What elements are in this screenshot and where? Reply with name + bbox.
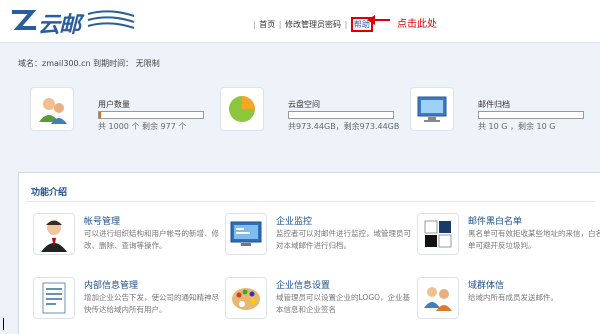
quota-label: 云盘空间 <box>288 100 320 109</box>
quota-progress-bar <box>98 111 204 119</box>
document-icon <box>33 277 75 319</box>
feature-desc: 黑名单可有效拒收某些地址的来信，白名单可避开反垃圾判。 <box>468 229 600 250</box>
quota-progress-fill <box>99 112 102 118</box>
feature-desc: 可以进行组织结构和用户帐号的新增、修改、删除、查询等操作。 <box>84 229 219 250</box>
account-icon <box>33 213 75 255</box>
quota-archive: 邮件归档 共 10 G ，剩余 10 G <box>410 85 590 145</box>
top-nav: | 首页 | 修改管理员密码 | 帮助 <box>252 17 373 32</box>
quota-label: 用户数量 <box>98 100 130 109</box>
arrow-left-icon <box>367 15 390 25</box>
quota-text: 共 1000 个 剩余 977 个 <box>98 122 187 131</box>
divider <box>25 201 595 202</box>
domain-info: 域名：zmail300.cn 到期时间： 无限制 <box>18 59 160 68</box>
feature-title[interactable]: 企业信息设置 <box>276 278 330 291</box>
nav-home-link[interactable]: 首页 <box>259 20 275 29</box>
palette-icon <box>225 277 267 319</box>
group-mail-icon <box>417 277 459 319</box>
feature-black-white-list[interactable]: 邮件黑白名单 黑名单可有效拒收某些地址的来信，白名单可避开反垃圾判。 <box>417 213 600 269</box>
pie-chart-icon <box>220 87 264 131</box>
callout-text: 点击此处 <box>397 19 437 30</box>
feature-desc: 监控者可以对邮件进行监控，域管理员可对本域邮件进行归档。 <box>276 229 411 250</box>
monitor-icon <box>410 87 454 131</box>
features-panel: 功能介绍 帐号管理 可以进行组织结构和用户帐号的新增、修改、删除、查询等操作。 … <box>18 172 600 334</box>
quota-users: 用户数量 共 1000 个 剩余 977 个 <box>30 85 210 145</box>
feature-title[interactable]: 邮件黑白名单 <box>468 214 522 227</box>
logo: 云邮 <box>10 6 135 38</box>
feature-desc: 增加企业公告下发，使公司的通知精神尽快传达给域内所有用户。 <box>84 293 219 314</box>
feature-account-management[interactable]: 帐号管理 可以进行组织结构和用户帐号的新增、修改、删除、查询等操作。 <box>33 213 223 269</box>
feature-desc: 域管理员可以设置企业的LOGO，企业基本信息和企业签名 <box>276 293 411 314</box>
feature-title[interactable]: 内部信息管理 <box>84 278 138 291</box>
feature-group-mail[interactable]: 域群体信 给域内所有成员发送邮件。 <box>417 277 600 333</box>
quota-text: 共 10 G ，剩余 10 G <box>478 122 556 131</box>
feature-title[interactable]: 帐号管理 <box>84 214 120 227</box>
users-icon <box>30 87 74 131</box>
header: 云邮 | 首页 | 修改管理员密码 | 帮助 点击此处 <box>0 0 600 43</box>
feature-title[interactable]: 域群体信 <box>468 278 504 291</box>
quota-cloud-disk: 云盘空间 共973.44GB，剩余973.44GB <box>220 85 400 145</box>
quota-text: 共973.44GB，剩余973.44GB <box>288 122 400 131</box>
feature-enterprise-settings[interactable]: 企业信息设置 域管理员可以设置企业的LOGO，企业基本信息和企业签名 <box>225 277 415 333</box>
feature-title[interactable]: 企业监控 <box>276 214 312 227</box>
quota-progress-bar <box>288 111 394 119</box>
nav-change-password-link[interactable]: 修改管理员密码 <box>285 20 341 29</box>
text-cursor <box>3 318 4 330</box>
quota-panel: 用户数量 共 1000 个 剩余 977 个 云盘空间 共973.44GB，剩余… <box>18 85 600 150</box>
monitor-screen-icon <box>225 213 267 255</box>
quota-label: 邮件归档 <box>478 100 510 109</box>
logo-text: 云邮 <box>38 12 81 38</box>
feature-desc: 给域内所有成员发送邮件。 <box>468 293 558 302</box>
feature-internal-info[interactable]: 内部信息管理 增加企业公告下发，使公司的通知精神尽快传达给域内所有用户。 <box>33 277 223 333</box>
feature-enterprise-monitoring[interactable]: 企业监控 监控者可以对邮件进行监控，域管理员可对本域邮件进行归档。 <box>225 213 415 269</box>
features-title: 功能介绍 <box>31 188 68 198</box>
blackwhite-icon <box>417 213 459 255</box>
quota-progress-bar <box>478 111 584 119</box>
